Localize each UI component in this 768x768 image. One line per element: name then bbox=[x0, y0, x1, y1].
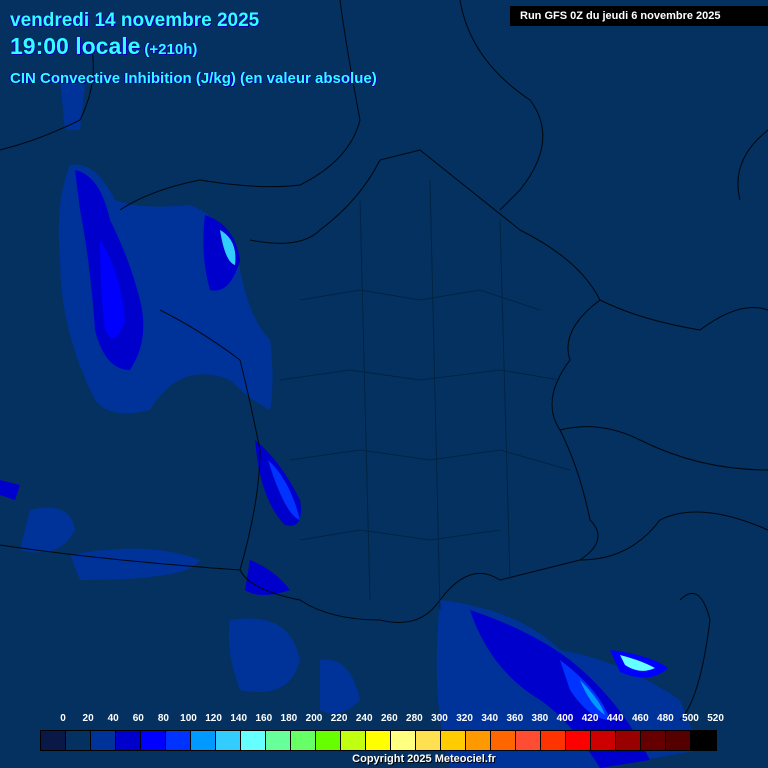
legend-swatch bbox=[591, 731, 616, 750]
legend-swatch bbox=[241, 731, 266, 750]
legend-swatch bbox=[366, 731, 391, 750]
map-canvas bbox=[0, 0, 768, 768]
legend-label: 340 bbox=[481, 713, 499, 724]
legend-label: 480 bbox=[657, 713, 674, 724]
legend-label: 200 bbox=[305, 713, 323, 724]
legend-swatch bbox=[666, 731, 691, 750]
legend-swatch bbox=[641, 731, 666, 750]
legend-swatch bbox=[66, 731, 91, 750]
legend-swatch bbox=[291, 731, 316, 750]
legend-label: 400 bbox=[556, 713, 574, 724]
legend-label: 80 bbox=[157, 713, 169, 724]
color-legend bbox=[40, 730, 717, 751]
legend-labels: 0 20 40 60 80 100 120 140 160 180 200 220 240 260 280 3… bbox=[40, 713, 740, 727]
legend-label: 40 bbox=[107, 713, 119, 724]
legend-label: 460 bbox=[631, 713, 649, 724]
legend-label: 240 bbox=[355, 713, 373, 724]
legend-label: 440 bbox=[606, 713, 624, 724]
forecast-time: 19:00 locale (+210h) bbox=[10, 33, 197, 60]
lead-time: (+210h) bbox=[144, 41, 198, 58]
legend-swatch bbox=[316, 731, 341, 750]
legend-label: 260 bbox=[380, 713, 398, 724]
legend-label: 220 bbox=[330, 713, 348, 724]
legend-label: 360 bbox=[506, 713, 524, 724]
legend-swatch bbox=[616, 731, 641, 750]
legend-swatch bbox=[166, 731, 191, 750]
legend-swatch bbox=[566, 731, 591, 750]
weather-map: vendredi 14 novembre 2025 19:00 locale (+… bbox=[0, 0, 768, 768]
local-time: 19:00 locale bbox=[10, 33, 141, 59]
legend-label: 420 bbox=[581, 713, 599, 724]
legend-label: 140 bbox=[230, 713, 248, 724]
forecast-date: vendredi 14 novembre 2025 bbox=[10, 10, 260, 31]
legend-label: 500 bbox=[682, 713, 699, 724]
legend-swatch bbox=[491, 731, 516, 750]
parameter-title: CIN Convective Inhibition (J/kg) (en val… bbox=[10, 70, 377, 87]
legend-label: 380 bbox=[531, 713, 549, 724]
legend-swatch bbox=[116, 731, 141, 750]
copyright: Copyright 2025 Meteociel.fr bbox=[352, 753, 496, 765]
model-run-label: Run GFS 0Z du jeudi 6 novembre 2025 bbox=[510, 6, 768, 26]
legend-label: 0 bbox=[60, 713, 66, 724]
legend-label: 120 bbox=[205, 713, 222, 724]
legend-swatch bbox=[41, 731, 66, 750]
legend-label: 20 bbox=[82, 713, 94, 724]
legend-swatch bbox=[341, 731, 366, 750]
legend-label: 320 bbox=[456, 713, 473, 724]
legend-label: 60 bbox=[132, 713, 144, 724]
legend-swatch bbox=[391, 731, 416, 750]
legend-swatch bbox=[266, 731, 291, 750]
legend-swatch bbox=[416, 731, 441, 750]
cin-fields bbox=[0, 80, 700, 768]
legend-swatch bbox=[141, 731, 166, 750]
legend-label: 520 bbox=[707, 713, 724, 724]
legend-label: 300 bbox=[431, 713, 448, 724]
legend-label: 280 bbox=[406, 713, 423, 724]
legend-swatch bbox=[466, 731, 491, 750]
legend-label: 160 bbox=[255, 713, 273, 724]
legend-swatch bbox=[441, 731, 466, 750]
legend-label: 180 bbox=[280, 713, 298, 724]
department-boundaries bbox=[279, 179, 571, 611]
legend-swatch bbox=[91, 731, 116, 750]
legend-swatch bbox=[191, 731, 216, 750]
legend-swatch bbox=[691, 731, 716, 750]
legend-swatch bbox=[216, 731, 241, 750]
legend-label: 100 bbox=[180, 713, 197, 724]
legend-swatch bbox=[516, 731, 541, 750]
legend-swatch bbox=[541, 731, 566, 750]
